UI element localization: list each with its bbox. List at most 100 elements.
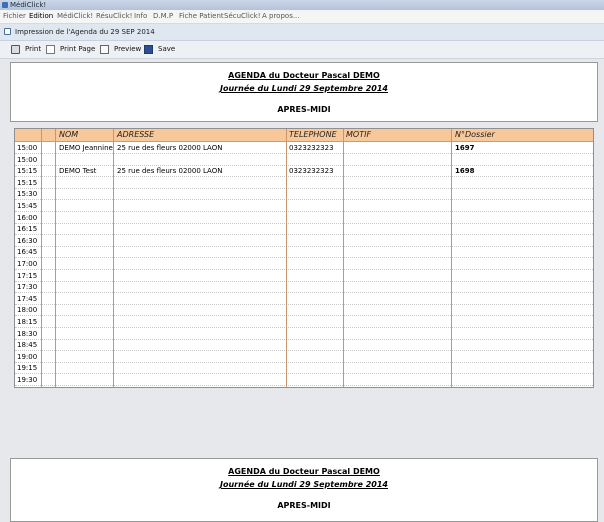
preview-label: Preview	[114, 45, 142, 53]
window-subtitle: Impression de l'Agenda du 29 SEP 2014	[15, 28, 155, 36]
column-divider	[451, 129, 452, 387]
print-button[interactable]: Print	[11, 44, 45, 55]
row-nom: DEMO Test	[59, 167, 97, 176]
row-time: 18:30	[17, 329, 38, 338]
row-time: 17:00	[17, 260, 38, 268]
menu-mediclick[interactable]: MédiClick!	[57, 12, 93, 20]
report-title: AGENDA du Docteur Pascal DEMO	[228, 71, 380, 80]
table-header: NOM ADRESSE TELEPHONE MOTIF N°Dossier	[15, 129, 593, 142]
report-header: AGENDA du Docteur Pascal DEMO Journée du…	[10, 62, 598, 122]
table-row: 18:45	[15, 339, 593, 352]
window-icon	[4, 28, 11, 35]
row-time: 18:45	[17, 341, 38, 350]
save-label: Save	[158, 45, 176, 53]
row-time: 18:00	[17, 306, 38, 315]
table-row: 16:45	[15, 246, 593, 259]
print-page-label: Print Page	[60, 45, 96, 53]
row-adresse: 25 rue des fleurs 02000 LAON	[117, 167, 223, 176]
row-time: 15:00	[17, 144, 38, 152]
report-date-2: Journée du Lundi 29 Septembre 2014	[220, 480, 388, 489]
menu-fichier[interactable]: Fichier	[3, 12, 26, 20]
table-row: 15:00	[15, 154, 593, 166]
table-row: 17:30	[15, 281, 593, 294]
report-period-2: APRES-MIDI	[277, 501, 331, 510]
menu-bar: Fichier Edition MédiClick! RésuClick! In…	[0, 10, 604, 24]
table-row: 18:15	[15, 316, 593, 328]
header-adresse: ADRESSE	[117, 130, 155, 139]
row-telephone: 0323232323	[289, 167, 334, 176]
table-row: 19:00	[15, 351, 593, 363]
row-time: 16:30	[17, 236, 38, 245]
print-page-button[interactable]: Print Page	[46, 44, 96, 55]
agenda-table: NOM ADRESSE TELEPHONE MOTIF N°Dossier 15…	[14, 128, 594, 388]
table-row: 15:15	[15, 177, 593, 189]
header-nom: NOM	[59, 130, 79, 139]
printer-icon	[11, 45, 20, 54]
menu-a-propos[interactable]: A propos...	[262, 12, 300, 20]
table-row: 15:45	[15, 200, 593, 212]
table-row: 17:15	[15, 270, 593, 282]
menu-dmp[interactable]: D.M.P	[153, 12, 173, 20]
column-divider	[286, 129, 287, 387]
table-row: 15:00 DEMO Jeannine 25 rue des fleurs 0200…	[15, 142, 593, 154]
menu-resuclick[interactable]: RésuClick!	[96, 12, 132, 20]
report-period: APRES-MIDI	[277, 105, 331, 114]
column-divider	[113, 129, 114, 387]
print-label: Print	[25, 45, 42, 53]
row-time: 16:00	[17, 213, 38, 222]
row-time: 19:00	[17, 352, 38, 361]
preview-button[interactable]: Preview	[100, 44, 142, 55]
page-icon	[46, 45, 55, 54]
table-row: 15:15 DEMO Test 25 rue des fleurs 02000 LA…	[15, 165, 593, 178]
table-row: 16:30	[15, 235, 593, 247]
row-nom: DEMO Jeannine	[59, 144, 113, 152]
row-dossier: 1697	[455, 144, 475, 152]
row-time: 15:15	[17, 167, 38, 176]
floppy-disk-icon	[144, 45, 153, 54]
toolbar: Print Print Page Preview Save	[0, 41, 604, 59]
table-row: 17:00	[15, 258, 593, 270]
column-divider	[343, 129, 344, 387]
column-divider	[41, 129, 42, 387]
header-telephone: TELEPHONE	[289, 130, 337, 139]
header-motif: MOTIF	[346, 130, 372, 139]
column-divider	[55, 129, 56, 387]
row-time: 17:15	[17, 271, 38, 280]
window-title: MédiClick!	[10, 1, 47, 9]
menu-edition[interactable]: Edition	[29, 12, 53, 20]
row-time: 15:00	[17, 155, 38, 164]
table-row: 15:30	[15, 188, 593, 201]
menu-info[interactable]: Info	[134, 12, 147, 20]
window-subtitle-bar: Impression de l'Agenda du 29 SEP 2014	[0, 24, 604, 41]
table-row: 18:00	[15, 304, 593, 317]
row-time: 15:15	[17, 178, 38, 187]
header-dossier: N°Dossier	[455, 130, 495, 139]
report-header-page-2: AGENDA du Docteur Pascal DEMO Journée du…	[10, 458, 598, 522]
report-title-2: AGENDA du Docteur Pascal DEMO	[228, 467, 380, 476]
app-icon	[2, 2, 8, 8]
row-time: 15:45	[17, 202, 38, 210]
row-time: 17:30	[17, 283, 38, 292]
row-telephone: 0323232323	[289, 144, 334, 152]
preview-icon	[100, 45, 109, 54]
row-time: 19:30	[17, 376, 38, 384]
table-row: 16:15	[15, 223, 593, 236]
row-adresse: 25 rue des fleurs 02000 LAON	[117, 144, 223, 152]
table-row: 19:30	[15, 374, 593, 386]
row-time: 19:15	[17, 364, 38, 373]
table-row: 17:45	[15, 293, 593, 305]
row-time: 18:15	[17, 318, 38, 326]
table-row: 18:30	[15, 328, 593, 340]
row-dossier: 1698	[455, 167, 475, 176]
table-row: 16:00	[15, 212, 593, 224]
title-bar: MédiClick!	[0, 0, 604, 10]
row-time: 17:45	[17, 294, 38, 303]
report-date: Journée du Lundi 29 Septembre 2014	[220, 84, 388, 93]
row-time: 16:15	[17, 225, 38, 234]
row-time: 16:45	[17, 248, 38, 257]
save-button[interactable]: Save	[144, 44, 176, 55]
menu-fiche-patient[interactable]: Fiche Patient	[179, 12, 224, 20]
table-row: 19:15	[15, 362, 593, 375]
menu-secuclick[interactable]: SécuClick!	[224, 12, 261, 20]
row-time: 15:30	[17, 190, 38, 199]
